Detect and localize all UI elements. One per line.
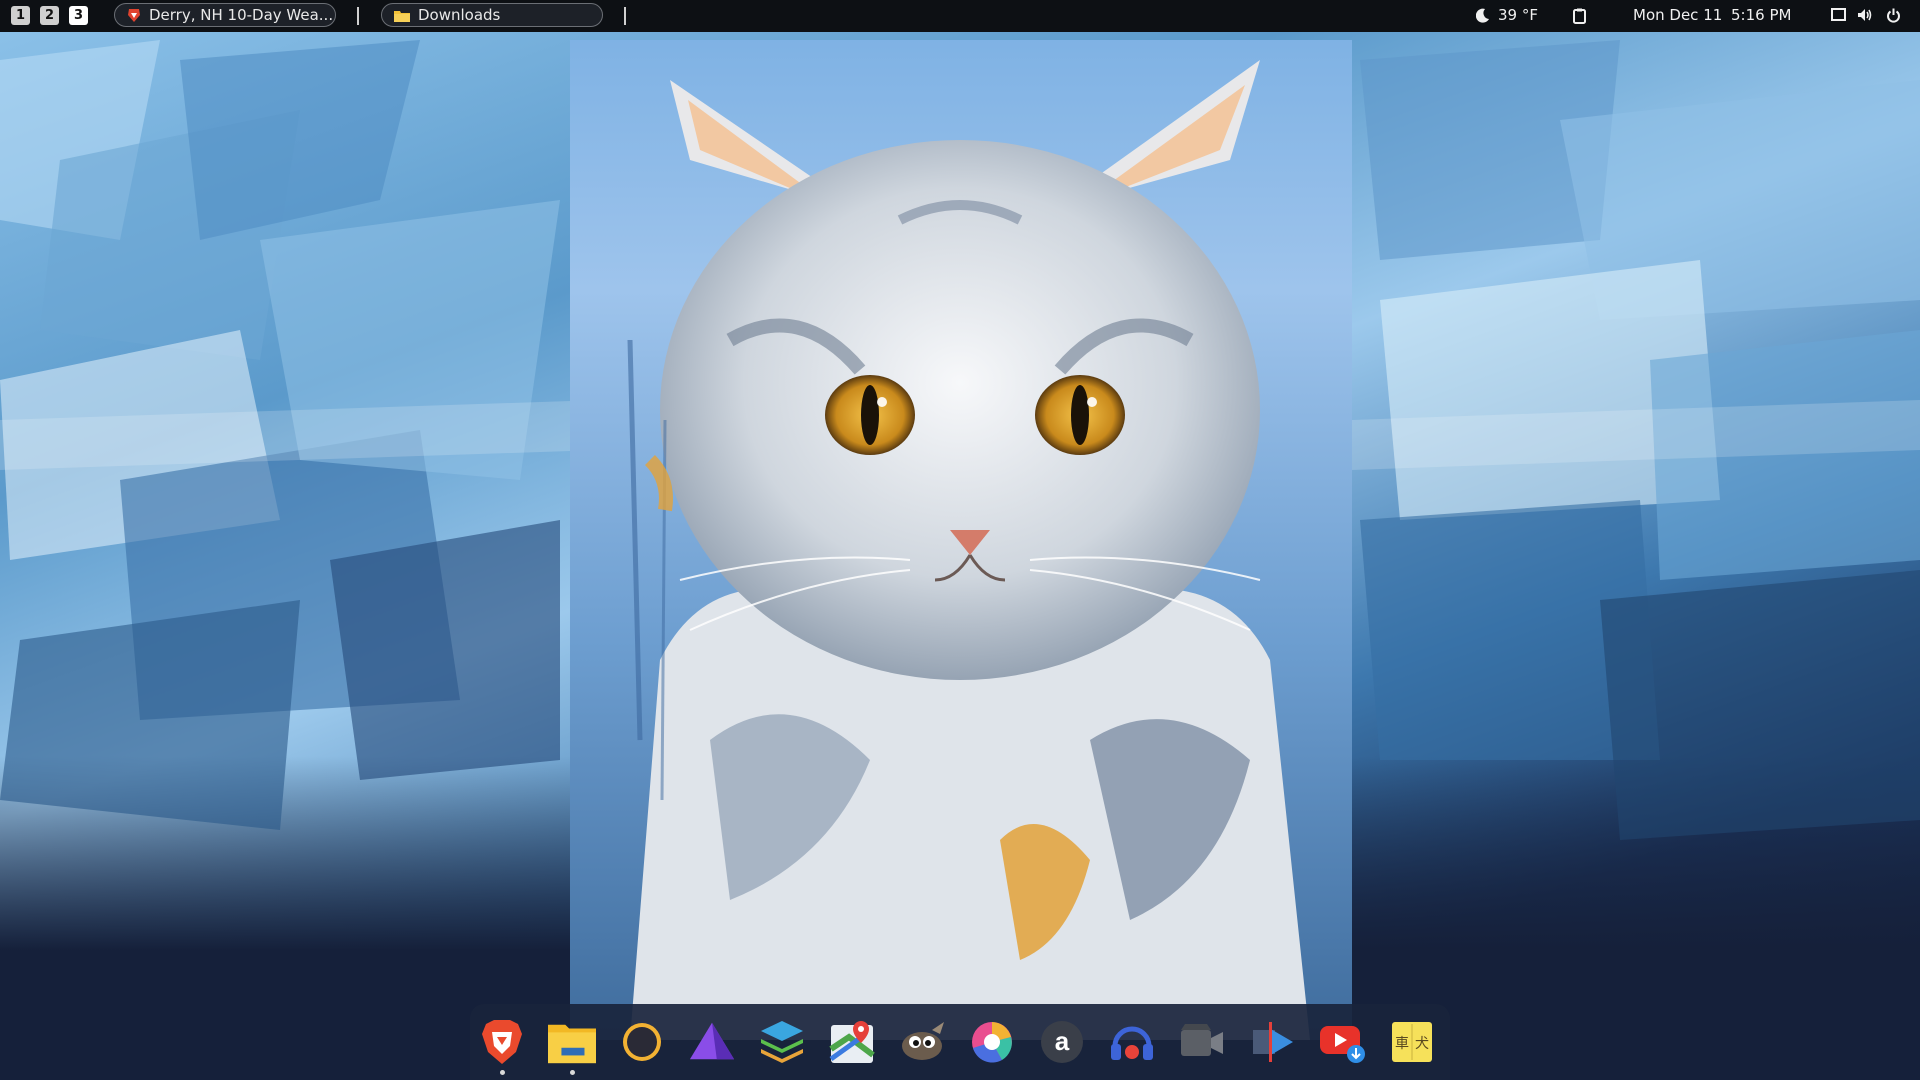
- gimp-icon[interactable]: [898, 1018, 946, 1066]
- running-indicator: [500, 1070, 505, 1075]
- dock: a 車犬: [470, 1004, 1450, 1080]
- maps-icon[interactable]: [828, 1018, 876, 1066]
- workspace-3-button[interactable]: 3: [69, 6, 88, 25]
- volume-icon[interactable]: [1857, 8, 1873, 22]
- svg-text:車: 車: [1395, 1035, 1409, 1052]
- brave-browser-icon[interactable]: [478, 1018, 526, 1066]
- folder-icon: [394, 9, 410, 22]
- power-icon[interactable]: [1886, 8, 1901, 23]
- svg-text:a: a: [1055, 1026, 1070, 1056]
- japanese-dictionary-icon[interactable]: 車犬: [1388, 1018, 1436, 1066]
- running-indicator: [570, 1070, 575, 1075]
- svg-text:犬: 犬: [1415, 1036, 1429, 1052]
- weather-temperature[interactable]: 39 °F: [1498, 6, 1538, 24]
- video-camera-icon[interactable]: [1178, 1018, 1226, 1066]
- amazon-icon[interactable]: a: [1038, 1018, 1086, 1066]
- workspace-2-button[interactable]: 2: [40, 6, 59, 25]
- screen-icon[interactable]: [1831, 8, 1846, 22]
- clock-time[interactable]: 5:16 PM: [1731, 6, 1791, 24]
- panel-separator: [357, 7, 359, 25]
- color-picker-icon[interactable]: [968, 1018, 1016, 1066]
- task-file-manager-downloads-label: Downloads: [418, 6, 501, 24]
- task-file-manager-downloads[interactable]: Downloads: [381, 3, 603, 27]
- cat-illustration: [627, 60, 1310, 1040]
- moon-icon: [1476, 8, 1490, 23]
- layers-app-icon[interactable]: [758, 1018, 806, 1066]
- task-browser-weather-label: Derry, NH 10-Day Wea...: [149, 6, 334, 24]
- clock-date[interactable]: Mon Dec 11: [1633, 6, 1722, 24]
- youtube-downloader-icon[interactable]: [1318, 1018, 1366, 1066]
- video-editor-icon[interactable]: [1248, 1018, 1296, 1066]
- desktop[interactable]: 1 2 3 Derry, NH 10-Day Wea... Downloads …: [0, 0, 1920, 1080]
- workspace-1-button[interactable]: 1: [11, 6, 30, 25]
- file-manager-icon[interactable]: [548, 1018, 596, 1066]
- clipboard-icon[interactable]: [1573, 8, 1586, 24]
- brave-lion-icon: [127, 7, 141, 23]
- top-panel: 1 2 3 Derry, NH 10-Day Wea... Downloads …: [0, 0, 1920, 32]
- panel-separator: [624, 7, 626, 25]
- purple-triangle-app-icon[interactable]: [688, 1018, 736, 1066]
- eclipse-icon[interactable]: [618, 1018, 666, 1066]
- task-browser-weather[interactable]: Derry, NH 10-Day Wea...: [114, 3, 336, 27]
- cat-painting: [570, 40, 1352, 1040]
- music-headphones-icon[interactable]: [1108, 1018, 1156, 1066]
